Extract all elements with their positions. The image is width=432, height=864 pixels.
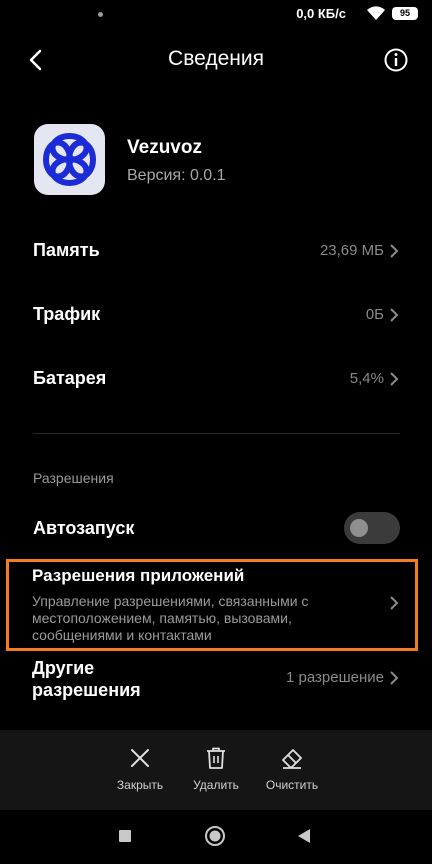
notification-dot-icon (98, 12, 103, 17)
battery-label: Батарея (33, 368, 107, 388)
chevron-right-icon (390, 671, 399, 685)
autostart-toggle[interactable] (344, 512, 400, 544)
storage-label: Память (33, 240, 100, 260)
app-permissions-description: Управление разрешениями, связанными с ме… (32, 593, 309, 643)
other-permissions-value: 1 разрешение (286, 669, 384, 686)
page-title: Сведения (168, 47, 264, 70)
close-icon (131, 749, 149, 767)
network-speed: 0,0 КБ/с (296, 6, 346, 21)
close-button[interactable]: Закрыть (100, 746, 180, 792)
wifi-icon (367, 6, 385, 20)
chevron-right-icon (390, 596, 399, 610)
storage-row[interactable]: Память 23,69 МБ (0, 230, 432, 274)
app-name: Vezuvoz (127, 137, 202, 158)
divider (33, 433, 400, 434)
traffic-value: 0Б (365, 306, 384, 323)
section-title: Разрешения (33, 470, 114, 486)
app-permissions-title: Разрешения приложений (32, 566, 245, 585)
back-icon[interactable] (296, 828, 312, 844)
trash-icon (207, 747, 225, 769)
chevron-right-icon (390, 308, 399, 322)
close-label: Закрыть (116, 778, 164, 792)
info-icon[interactable] (380, 44, 412, 76)
app-logo-icon (43, 133, 96, 186)
clear-label: Очистить (265, 778, 319, 792)
storage-value: 23,69 МБ (319, 242, 384, 259)
recents-icon[interactable] (118, 829, 132, 843)
battery-icon: 95 (392, 7, 418, 20)
other-permissions-row[interactable]: Другие разрешения 1 разрешение (0, 652, 432, 704)
app-icon (34, 124, 105, 195)
action-bar: Закрыть Удалить Очистить (0, 730, 432, 810)
clear-button[interactable]: Очистить (252, 746, 332, 792)
battery-row[interactable]: Батарея 5,4% (0, 358, 432, 402)
status-bar: 0,0 КБ/с 95 (0, 0, 432, 28)
delete-button[interactable]: Удалить (176, 746, 256, 792)
battery-value: 5,4% (349, 370, 384, 387)
delete-label: Удалить (193, 778, 239, 792)
traffic-label: Трафик (33, 304, 101, 324)
autostart-label: Автозапуск (33, 518, 135, 538)
navigation-bar (0, 810, 432, 864)
other-permissions-title: Другие разрешения (32, 658, 141, 700)
chevron-right-icon (390, 372, 399, 386)
toggle-knob (350, 519, 368, 537)
app-version: Версия: 0.0.1 (127, 167, 226, 184)
traffic-row[interactable]: Трафик 0Б (0, 294, 432, 338)
home-icon[interactable] (204, 825, 226, 847)
chevron-right-icon (390, 244, 399, 258)
eraser-icon (282, 749, 302, 769)
